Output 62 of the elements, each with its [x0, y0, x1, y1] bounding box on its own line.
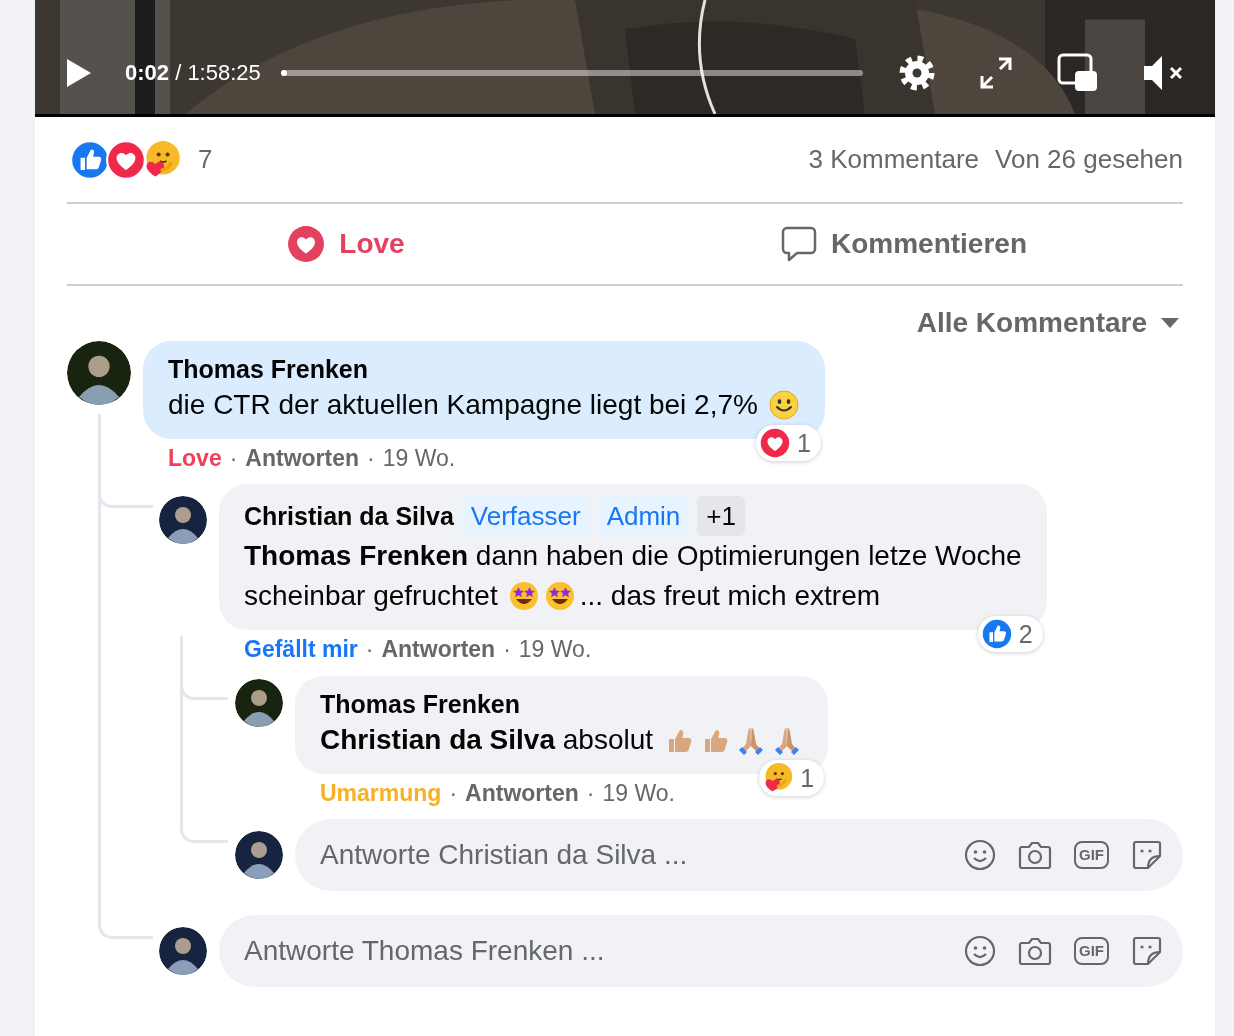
avatar[interactable]: [159, 927, 207, 975]
comment-author[interactable]: Thomas Frenken: [168, 353, 369, 385]
reply-field[interactable]: Antworte Christian da Silva ... GIF: [295, 819, 1183, 891]
star-eyes-icon: [507, 580, 540, 612]
comment-filter-dropdown[interactable]: Alle Kommentare: [916, 304, 1179, 341]
avatar[interactable]: [235, 679, 283, 727]
comment-text: Christian da Silva absolut: [320, 723, 654, 757]
more-badges-label: +1: [697, 496, 745, 536]
comment-text: die CTR der aktuellen Kampagne liegt bei 2,7%: [168, 388, 758, 422]
reaction-link[interactable]: Gefällt mir: [244, 635, 358, 663]
comment-author[interactable]: Thomas Frenken: [320, 688, 521, 720]
separator-dot: ·: [586, 779, 595, 808]
separator-dot: ·: [367, 444, 375, 473]
reaction-badge[interactable]: 1: [756, 425, 821, 461]
smiley-icon: [767, 389, 800, 421]
sticker-icon[interactable]: [1131, 839, 1163, 871]
separator-dot: ·: [449, 779, 458, 808]
reaction-badge[interactable]: 2: [977, 616, 1043, 652]
gif-button[interactable]: GIF: [1074, 841, 1109, 869]
comment-time[interactable]: 19 Wo.: [518, 634, 592, 664]
reaction-badge[interactable]: 1: [759, 760, 825, 796]
play-icon[interactable]: [65, 57, 93, 89]
emoji-icon[interactable]: [964, 839, 996, 871]
separator-dot: ·: [365, 635, 374, 664]
reply-link[interactable]: Antworten: [245, 444, 360, 472]
star-eyes-icon: [543, 580, 576, 612]
comment-text: ... das freut mich extrem: [579, 579, 881, 613]
avatar[interactable]: [159, 496, 207, 544]
reaction-count[interactable]: 7: [198, 144, 213, 175]
comments-count[interactable]: 3 Kommentare: [808, 144, 980, 175]
comment-time[interactable]: 19 Wo.: [382, 443, 456, 473]
like-icon: [70, 139, 110, 180]
reply-link[interactable]: Antworten: [465, 779, 579, 807]
video-player[interactable]: 0:02 / 1:58:25: [35, 0, 1215, 117]
avatar[interactable]: [235, 831, 283, 879]
emoji-icon[interactable]: [964, 935, 996, 967]
reply-link[interactable]: Antworten: [381, 635, 496, 663]
picture-in-picture-icon[interactable]: [1057, 53, 1099, 93]
camera-icon[interactable]: [1018, 840, 1052, 870]
comment-author[interactable]: Christian da Silva: [244, 500, 454, 532]
sticker-icon[interactable]: [1131, 935, 1163, 967]
separator-dot: ·: [229, 444, 238, 473]
comment-text: Thomas Frenken dann haben die Optimierungen letze Woche: [244, 539, 1022, 573]
comment-time[interactable]: 19 Wo.: [602, 778, 675, 808]
video-time: 0:02 / 1:58:25: [125, 60, 261, 86]
comment-button[interactable]: Kommentieren: [625, 204, 1183, 284]
fullscreen-icon[interactable]: [979, 56, 1013, 90]
views-count[interactable]: Von 26 gesehen: [995, 144, 1183, 175]
role-badge: Verfasser: [461, 496, 590, 536]
gif-button[interactable]: GIF: [1074, 937, 1109, 965]
separator-dot: ·: [503, 635, 511, 664]
reaction-link[interactable]: Love: [168, 444, 222, 472]
like-icon: [980, 618, 1013, 650]
caret-icon: [1161, 317, 1179, 328]
role-badge: Admin: [597, 496, 690, 536]
camera-icon[interactable]: [1018, 936, 1052, 966]
avatar[interactable]: [67, 341, 131, 405]
love-button[interactable]: Love: [67, 204, 625, 284]
comment-text: scheinbar gefruchtet: [244, 579, 498, 613]
reply-field[interactable]: Antworte Thomas Frenken ... GIF: [219, 915, 1183, 987]
settings-icon[interactable]: [897, 53, 937, 93]
speech-bubble-icon: [780, 225, 817, 263]
